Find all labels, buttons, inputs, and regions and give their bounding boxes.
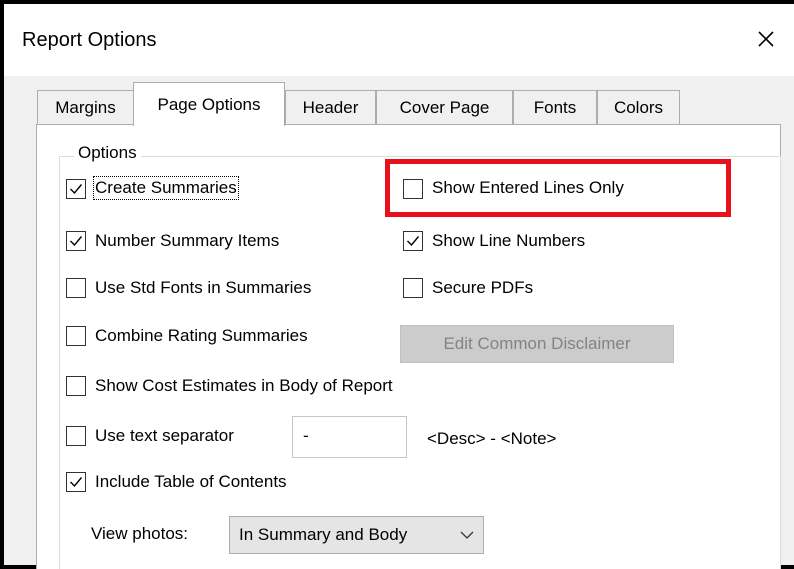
checkmark-icon <box>70 477 83 488</box>
create-summaries-checkbox[interactable] <box>66 179 86 199</box>
separator-input[interactable]: - <box>292 416 407 458</box>
title-bar: Report Options <box>4 4 794 76</box>
tab-header[interactable]: Header <box>285 90 376 125</box>
separator-preview-text: <Desc> - <Note> <box>427 429 557 448</box>
close-icon[interactable] <box>746 19 786 59</box>
view-photos-value: In Summary and Body <box>239 525 408 544</box>
secure-pdfs-label[interactable]: Secure PDFs <box>432 278 533 298</box>
tab-page-options[interactable]: Page Options <box>133 82 285 126</box>
combine-rating-summaries-label[interactable]: Combine Rating Summaries <box>95 326 308 346</box>
tab-fonts[interactable]: Fonts <box>513 90 597 125</box>
view-photos-label: View photos: <box>91 524 189 543</box>
show-line-numbers-label[interactable]: Show Line Numbers <box>432 231 585 251</box>
show-cost-estimates-label[interactable]: Show Cost Estimates in Body of Report <box>95 376 393 396</box>
combine-rating-summaries-checkbox[interactable] <box>66 326 86 346</box>
tab-label: Cover Page <box>399 98 490 117</box>
show-cost-estimates-checkbox[interactable] <box>66 376 86 396</box>
use-text-separator-label[interactable]: Use text separator <box>95 426 234 446</box>
tab-label: Header <box>302 98 359 117</box>
tab-label: Fonts <box>533 98 577 117</box>
number-summary-items-label[interactable]: Number Summary Items <box>95 231 279 251</box>
use-text-separator-checkbox[interactable] <box>66 426 86 446</box>
edit-common-disclaimer-button[interactable]: Edit Common Disclaimer <box>400 325 674 363</box>
create-summaries-label[interactable]: Create Summaries <box>93 176 239 200</box>
chevron-down-icon <box>460 531 474 539</box>
secure-pdfs-checkbox[interactable] <box>403 278 423 298</box>
checkmark-icon <box>70 236 83 247</box>
tab-label: Margins <box>55 98 116 117</box>
tab-cover-page[interactable]: Cover Page <box>376 90 513 125</box>
number-summary-items-checkbox[interactable] <box>66 231 86 251</box>
view-photos-select[interactable]: In Summary and Body <box>229 516 484 554</box>
show-line-numbers-checkbox[interactable] <box>403 231 423 251</box>
checkmark-icon <box>407 236 420 247</box>
options-group-label: Options <box>74 143 141 163</box>
tab-margins[interactable]: Margins <box>37 90 134 125</box>
checkmark-icon <box>70 184 83 195</box>
report-options-dialog: Report Options Margins Page Options Head… <box>4 0 794 569</box>
dialog-title: Report Options <box>22 29 157 51</box>
tab-colors[interactable]: Colors <box>597 90 680 125</box>
tab-label: Page Options <box>157 94 261 114</box>
tab-label: Colors <box>613 98 664 117</box>
include-toc-label[interactable]: Include Table of Contents <box>95 472 287 492</box>
use-std-fonts-checkbox[interactable] <box>66 278 86 298</box>
highlight-box <box>385 159 731 217</box>
use-std-fonts-label[interactable]: Use Std Fonts in Summaries <box>95 278 311 298</box>
include-toc-checkbox[interactable] <box>66 472 86 492</box>
